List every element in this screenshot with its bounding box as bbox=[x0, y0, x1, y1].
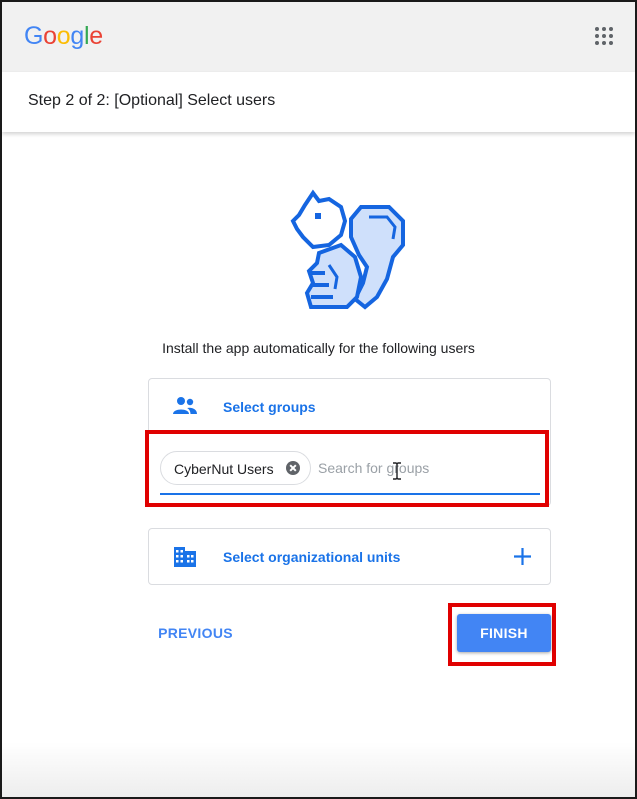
building-icon bbox=[174, 547, 196, 567]
group-search-input[interactable] bbox=[318, 454, 533, 482]
apps-grid-icon[interactable] bbox=[595, 27, 613, 45]
select-org-units-label: Select organizational units bbox=[223, 549, 401, 565]
google-logo[interactable]: Google bbox=[24, 22, 103, 51]
finish-button[interactable]: FINISH bbox=[457, 614, 551, 652]
install-instructions: Install the app automatically for the fo… bbox=[162, 340, 475, 356]
step-header: Step 2 of 2: [Optional] Select users bbox=[2, 72, 635, 132]
search-underline bbox=[160, 493, 540, 495]
squirrel-icon bbox=[290, 189, 405, 310]
chip-label: CyberNut Users bbox=[174, 461, 274, 477]
logo-letter: o bbox=[43, 22, 57, 50]
app-window: Google Step 2 of 2: [Optional] Select us… bbox=[0, 0, 637, 799]
plus-icon[interactable] bbox=[514, 548, 531, 565]
select-groups-header[interactable]: Select groups bbox=[149, 379, 550, 433]
remove-chip-icon[interactable] bbox=[286, 461, 300, 475]
logo-letter: g bbox=[70, 22, 84, 50]
group-chip-cybernut-users[interactable]: CyberNut Users bbox=[160, 451, 311, 485]
people-icon bbox=[173, 397, 197, 414]
step-title: Step 2 of 2: [Optional] Select users bbox=[28, 92, 276, 109]
bottom-shadow bbox=[2, 742, 635, 797]
logo-letter: G bbox=[24, 22, 44, 50]
logo-letter: e bbox=[89, 22, 103, 50]
top-app-bar: Google bbox=[2, 2, 635, 72]
text-cursor-icon bbox=[393, 462, 401, 480]
org-units-card[interactable]: Select organizational units bbox=[148, 528, 551, 585]
select-groups-label: Select groups bbox=[223, 399, 316, 415]
previous-button[interactable]: PREVIOUS bbox=[148, 614, 243, 652]
logo-letter: o bbox=[56, 22, 71, 50]
